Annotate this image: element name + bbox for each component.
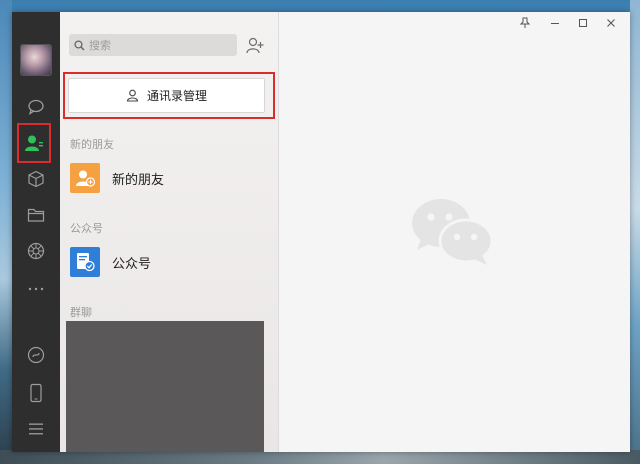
contacts-icon[interactable] — [17, 123, 51, 163]
avatar[interactable] — [20, 44, 52, 76]
main-panel — [279, 12, 630, 452]
section-title-group-chats: 群聊 — [70, 306, 92, 319]
pin-icon[interactable] — [511, 12, 539, 34]
search-placeholder: 搜索 — [89, 39, 111, 52]
add-contact-button[interactable] — [243, 34, 267, 56]
side-nav — [12, 12, 60, 452]
add-contact-icon — [246, 37, 264, 53]
search-icon — [74, 39, 85, 50]
wechat-window: 搜索 通讯录管理 新的朋友 新的朋友 公众号 公众号 群聊 — [12, 12, 630, 452]
section-title-new-friends: 新的朋友 — [70, 138, 114, 151]
list-item-new-friends[interactable]: 新的朋友 — [60, 157, 278, 199]
new-friend-icon — [70, 163, 100, 193]
close-icon[interactable] — [597, 12, 625, 34]
mini-program-icon[interactable] — [12, 340, 60, 370]
group-chat-list[interactable] — [66, 321, 264, 452]
section-title-official-accounts: 公众号 — [70, 222, 103, 235]
new-friends-label: 新的朋友 — [112, 172, 165, 188]
list-item-official-accounts[interactable]: 公众号 — [60, 241, 278, 283]
desktop-wallpaper-bottom — [0, 450, 640, 464]
chat-icon[interactable] — [12, 92, 60, 122]
official-account-icon — [70, 247, 100, 277]
maximize-icon[interactable] — [569, 12, 597, 34]
desktop-wallpaper-right — [630, 0, 640, 464]
more-icon[interactable] — [12, 274, 60, 304]
search-input[interactable]: 搜索 — [69, 34, 237, 56]
contacts-panel: 搜索 通讯录管理 新的朋友 新的朋友 公众号 公众号 群聊 — [60, 12, 279, 452]
user-icon — [126, 89, 139, 102]
minimize-icon[interactable] — [541, 12, 569, 34]
menu-icon[interactable] — [12, 414, 60, 444]
official-accounts-label: 公众号 — [112, 256, 152, 272]
contacts-manage-button[interactable]: 通讯录管理 — [68, 78, 265, 113]
contacts-manage-label: 通讯录管理 — [146, 89, 207, 103]
desktop-wallpaper-left — [0, 0, 12, 464]
favorites-cube-icon[interactable] — [12, 164, 60, 194]
folder-icon[interactable] — [12, 200, 60, 230]
moments-aperture-icon[interactable] — [12, 236, 60, 266]
phone-icon[interactable] — [12, 378, 60, 408]
wechat-logo-icon — [409, 195, 497, 271]
